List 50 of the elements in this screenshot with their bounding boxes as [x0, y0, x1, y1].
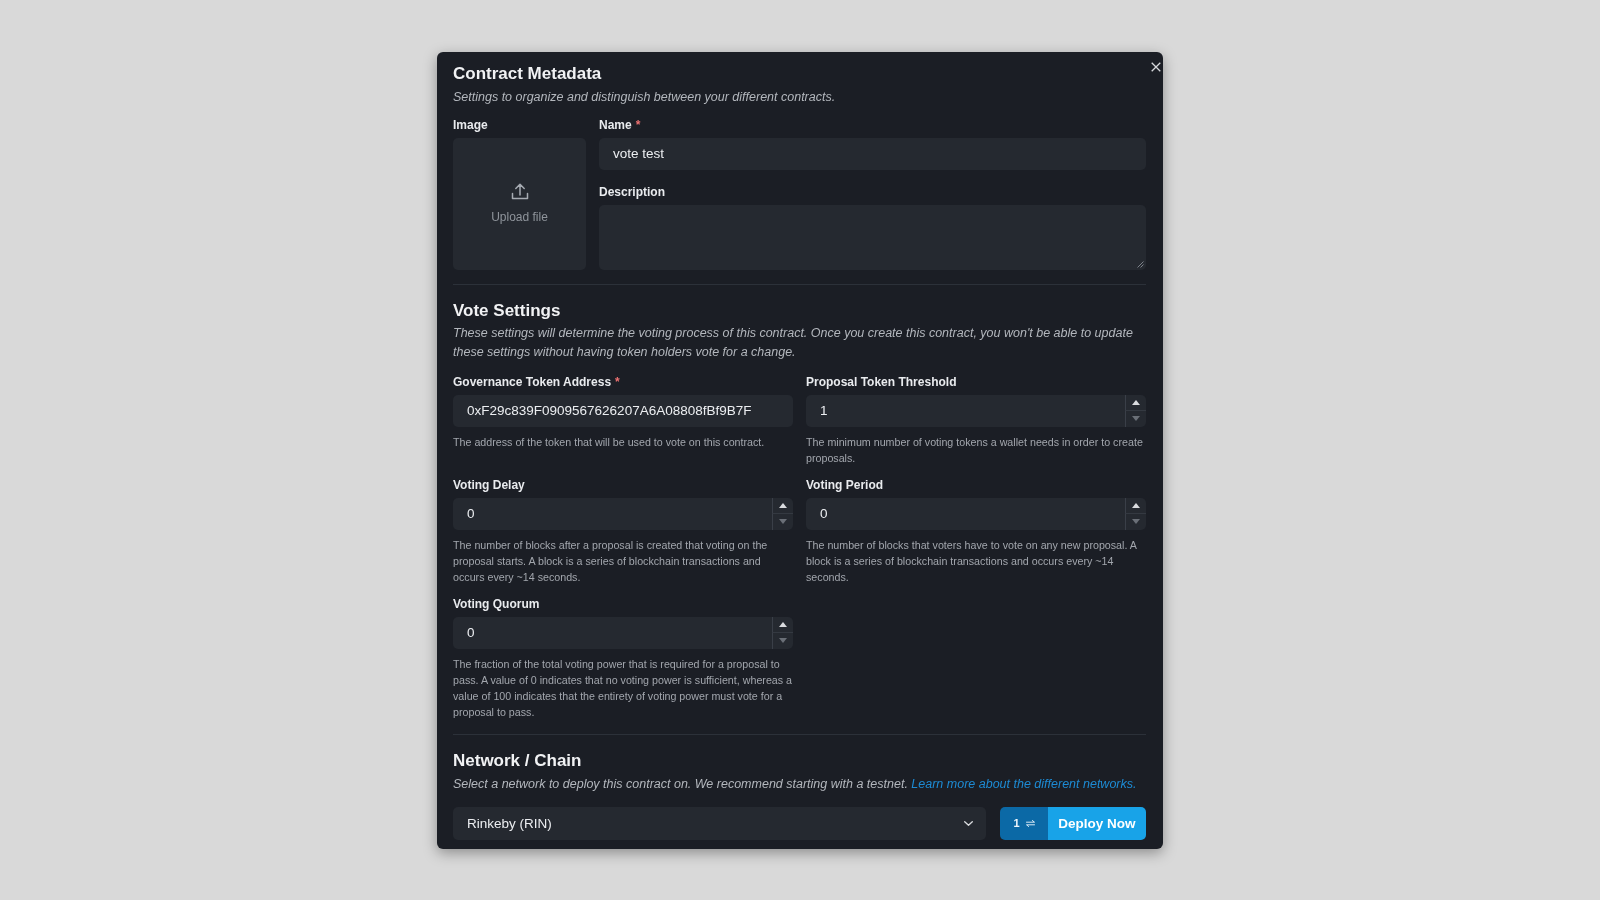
close-button[interactable] — [1151, 61, 1161, 72]
number-field[interactable]: 0 — [453, 497, 772, 530]
triangle-up-icon — [779, 502, 787, 508]
required-mark: * — [615, 374, 620, 389]
chevron-down-icon — [964, 820, 973, 826]
triangle-up-icon — [1132, 502, 1140, 508]
increment-button[interactable] — [772, 497, 793, 514]
learn-more-link[interactable]: Learn more about the different networks. — [911, 776, 1137, 791]
close-icon — [1151, 61, 1161, 72]
number-field[interactable]: 1 — [806, 394, 1125, 427]
triangle-up-icon — [779, 621, 787, 627]
upload-dropzone[interactable]: Upload file — [453, 137, 586, 270]
help-text: The fraction of the total voting power that is required for a proposal to pass. A value of 0 indicates that no voting power is sufficient, whereas a value of 100 indicates that the entirety of voting power must vote for a proposal to pass. — [453, 656, 793, 720]
section-description: Settings to organize and distinguish between your different contracts. — [453, 88, 837, 105]
number-field[interactable]: 0 — [453, 616, 772, 649]
section-description: Select a network to deploy this contract on. We recommend starting with a testnet. Learn more about the different networks. — [453, 775, 1138, 792]
description-field[interactable] — [599, 204, 1146, 270]
field-label: Image — [453, 117, 488, 132]
input-field[interactable]: 0xF29c839F0909567626207A6A08808fBf9B7F — [453, 394, 793, 427]
increment-button[interactable] — [772, 616, 793, 633]
number-field[interactable]: 0 — [806, 497, 1125, 530]
triangle-down-icon — [1132, 519, 1140, 524]
field-label: Voting Period — [806, 477, 884, 492]
field-label: Name — [599, 117, 632, 132]
triangle-down-icon — [779, 638, 787, 643]
triangle-down-icon — [1132, 416, 1140, 421]
field-label: Description — [599, 184, 665, 199]
section-title: Vote Settings — [453, 299, 562, 322]
name-field[interactable]: vote test — [599, 137, 1146, 170]
section-title: Contract Metadata — [453, 62, 603, 85]
upload-icon — [510, 183, 529, 200]
field-label: Voting Quorum — [453, 596, 540, 611]
transaction-count-button[interactable]: 1 — [1000, 806, 1048, 840]
help-text: The minimum number of voting tokens a wallet needs in order to create proposals. — [806, 434, 1144, 466]
triangle-up-icon — [1132, 399, 1140, 405]
harpoons-icon — [1025, 819, 1035, 827]
section-description: These settings will determine the voting process of this contract. Once you create this contract, you won't be able to update these settings without having token holders vote for a change. — [453, 324, 1134, 361]
field-label: Governance Token Address — [453, 374, 612, 389]
field-label: Voting Delay — [453, 477, 525, 492]
help-text: The address of the token that will be used to vote on this contract. — [453, 434, 766, 450]
increment-button[interactable] — [1125, 497, 1146, 514]
triangle-down-icon — [779, 519, 787, 524]
required-mark: * — [635, 117, 641, 132]
increment-button[interactable] — [1125, 394, 1146, 411]
field-label: Proposal Token Threshold — [806, 374, 957, 389]
section-title: Network / Chain — [453, 749, 583, 772]
help-text: The number of blocks that voters have to vote on any new proposal. A block is a series of blockchain transactions and occurs every ~14 seconds. — [806, 537, 1138, 585]
network-select[interactable]: Rinkeby (RIN) — [453, 806, 986, 840]
resize-handle-icon[interactable] — [1137, 260, 1144, 268]
help-text: The number of blocks after a proposal is created that voting on the proposal starts. A block is a series of blockchain transactions and occurs every ~14 seconds. — [453, 537, 769, 585]
